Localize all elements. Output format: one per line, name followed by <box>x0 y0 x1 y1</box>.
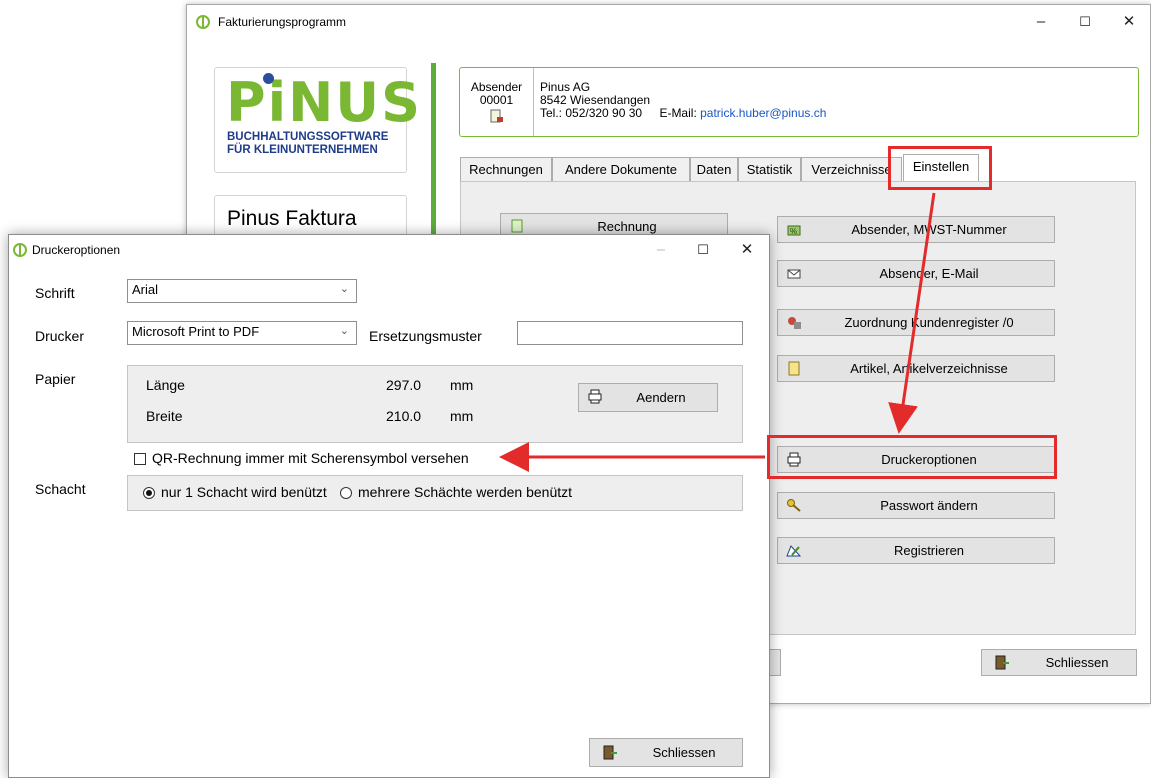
annotation-arrows <box>499 192 936 472</box>
arrow-tab-to-button <box>888 192 936 434</box>
